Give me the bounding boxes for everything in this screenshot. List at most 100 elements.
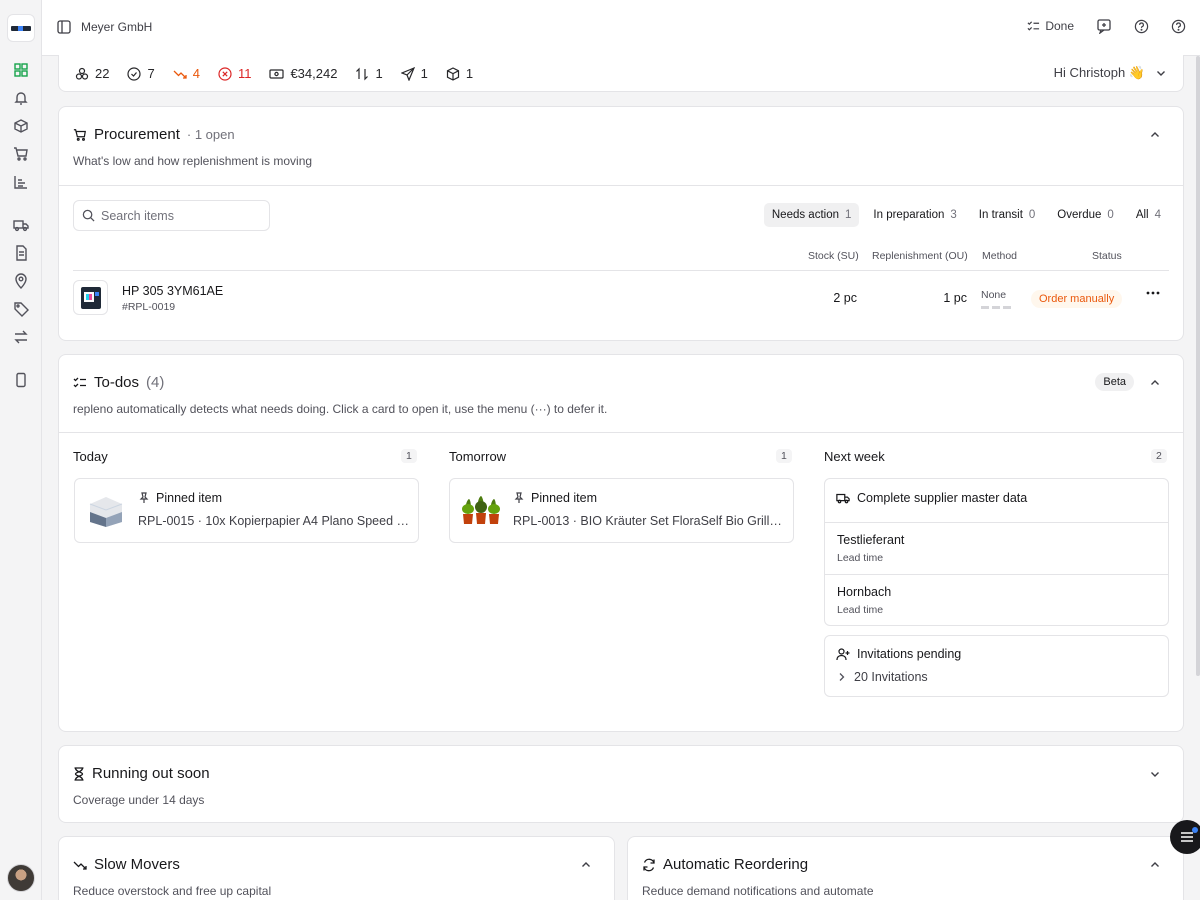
stat-value: 1	[465, 66, 474, 81]
banknote-icon	[269, 67, 285, 81]
notification-dot	[1192, 827, 1198, 833]
invitations-toggle[interactable]: 20 Invitations	[838, 670, 928, 684]
search-icon	[82, 209, 95, 222]
stat-received[interactable]: 1	[446, 66, 473, 81]
supplier-card-title: Complete supplier master data	[836, 491, 1027, 505]
support-icon[interactable]	[1171, 19, 1186, 34]
stat-value: 22	[95, 66, 110, 81]
search-input[interactable]	[101, 208, 261, 223]
truck-icon[interactable]	[13, 217, 29, 233]
tag-icon[interactable]	[13, 301, 29, 317]
stat-value-total[interactable]: €34,242	[269, 66, 337, 81]
filter-in-transit[interactable]: In transit 0	[971, 203, 1044, 227]
filter-needs-action[interactable]: Needs action 1	[763, 203, 860, 227]
auto-reorder-subtitle: Reduce demand notifications and automate	[642, 884, 874, 898]
user-avatar[interactable]	[7, 864, 35, 892]
company-switcher[interactable]: Meyer GmbH	[57, 20, 152, 34]
filter-in-preparation[interactable]: In preparation 3	[865, 203, 964, 227]
stats-bar: 22 7 4 11 €34,242 1 1 1 Hi Christoph 👋	[58, 55, 1184, 92]
slow-movers-card: Slow Movers Reduce overstock and free up…	[58, 836, 615, 900]
filter-label: In preparation	[873, 209, 945, 221]
supplier-card-title-text: Complete supplier master data	[857, 491, 1028, 505]
method-value: None	[981, 289, 1007, 301]
page-scrollbar[interactable]	[1196, 56, 1200, 676]
slow-movers-subtitle: Reduce overstock and free up capital	[73, 884, 272, 898]
running-out-title: Running out soon	[73, 765, 210, 782]
done-button[interactable]: Done	[1027, 19, 1074, 33]
filter-overdue[interactable]: Overdue 0	[1049, 203, 1122, 227]
transfer-icon[interactable]	[13, 329, 29, 345]
chevron-right-icon	[838, 672, 846, 682]
invitations-card[interactable]: Invitations pending 20 Invitations	[824, 635, 1169, 697]
filter-all[interactable]: All 4	[1128, 203, 1169, 227]
supplier-row[interactable]: Testlieferant Lead time	[825, 522, 1168, 574]
todos-title: To-dos (4)	[73, 374, 164, 391]
stat-out[interactable]: 11	[218, 66, 252, 81]
company-logo[interactable]	[7, 14, 35, 42]
procurement-open-count: · 1 open	[186, 127, 235, 142]
chevron-up-icon[interactable]	[1149, 377, 1161, 389]
filter-count: 4	[1154, 209, 1161, 221]
slow-movers-title-text: Slow Movers	[94, 856, 180, 873]
running-out-card: Running out soon Coverage under 14 days	[58, 745, 1184, 823]
running-out-title-text: Running out soon	[92, 765, 210, 782]
search-field[interactable]	[73, 200, 270, 231]
dashboard-icon[interactable]	[13, 62, 29, 78]
filter-label: All	[1135, 209, 1149, 221]
chart-icon[interactable]	[13, 174, 29, 190]
stat-transfers[interactable]: 1	[355, 66, 383, 81]
stat-value: 1	[375, 66, 383, 81]
stat-value: 11	[237, 66, 252, 81]
user-menu[interactable]: Hi Christoph 👋	[1054, 65, 1167, 81]
boxes-icon	[75, 67, 89, 81]
send-icon	[400, 66, 415, 81]
location-icon[interactable]	[13, 273, 29, 289]
stat-items[interactable]: 22	[75, 66, 109, 81]
stat-low[interactable]: 4	[173, 66, 200, 81]
hourglass-icon	[73, 766, 85, 781]
todos-count: (4)	[146, 374, 165, 391]
trend-down-icon	[173, 67, 187, 81]
chevron-up-icon[interactable]	[1149, 129, 1161, 141]
mobile-icon[interactable]	[13, 372, 29, 388]
cart-icon	[73, 128, 87, 142]
invitations-title-text: Invitations pending	[857, 647, 962, 661]
column-stock[interactable]: Stock (SU)	[808, 250, 859, 262]
document-icon[interactable]	[13, 245, 29, 261]
todo-card-tomorrow[interactable]: Pinned item RPL-0013 · BIO Kräuter Set F…	[449, 478, 794, 543]
column-status[interactable]: Status	[1092, 250, 1122, 262]
filter-label: Needs action	[771, 209, 839, 221]
chevron-up-icon[interactable]	[580, 859, 592, 871]
feedback-icon[interactable]	[1096, 18, 1112, 34]
todo-card-today[interactable]: Pinned item RPL-0015 · 10x Kopierpapier …	[74, 478, 419, 543]
column-today-count: 1	[401, 449, 417, 463]
more-icon[interactable]	[1146, 291, 1160, 295]
column-method[interactable]: Method	[982, 250, 1017, 262]
sidebar	[0, 0, 42, 900]
cart-icon[interactable]	[13, 146, 29, 162]
package-icon[interactable]	[13, 118, 29, 134]
column-next-week: Next week	[824, 449, 885, 464]
stat-sent[interactable]: 1	[400, 66, 428, 81]
column-replenishment[interactable]: Replenishment (OU)	[872, 250, 968, 262]
todo-title: Pinned item	[138, 491, 222, 505]
column-tomorrow-count: 1	[776, 449, 792, 463]
help-icon[interactable]	[1134, 19, 1149, 34]
status-badge[interactable]: Order manually	[1031, 290, 1123, 308]
supplier-data-card[interactable]: Complete supplier master data Testliefer…	[824, 478, 1169, 626]
chevron-up-icon[interactable]	[1149, 859, 1161, 871]
herbs-image	[460, 495, 502, 527]
sidebar-toggle-icon[interactable]	[57, 20, 71, 34]
todo-title-text: Pinned item	[531, 491, 598, 505]
filter-label: In transit	[978, 209, 1023, 221]
invitations-detail: 20 Invitations	[854, 670, 928, 684]
supplier-missing-field: Lead time	[837, 552, 884, 564]
assistant-button[interactable]	[1170, 820, 1200, 854]
method-indicator	[981, 306, 1011, 309]
chevron-down-icon[interactable]	[1149, 768, 1161, 780]
bell-icon[interactable]	[13, 90, 29, 106]
stat-ok[interactable]: 7	[127, 66, 155, 81]
supplier-row[interactable]: Hornbach Lead time	[825, 574, 1168, 626]
check-circle-icon	[127, 66, 142, 81]
todo-description: RPL-0015 · 10x Kopierpapier A4 Plano Spe…	[138, 514, 410, 528]
